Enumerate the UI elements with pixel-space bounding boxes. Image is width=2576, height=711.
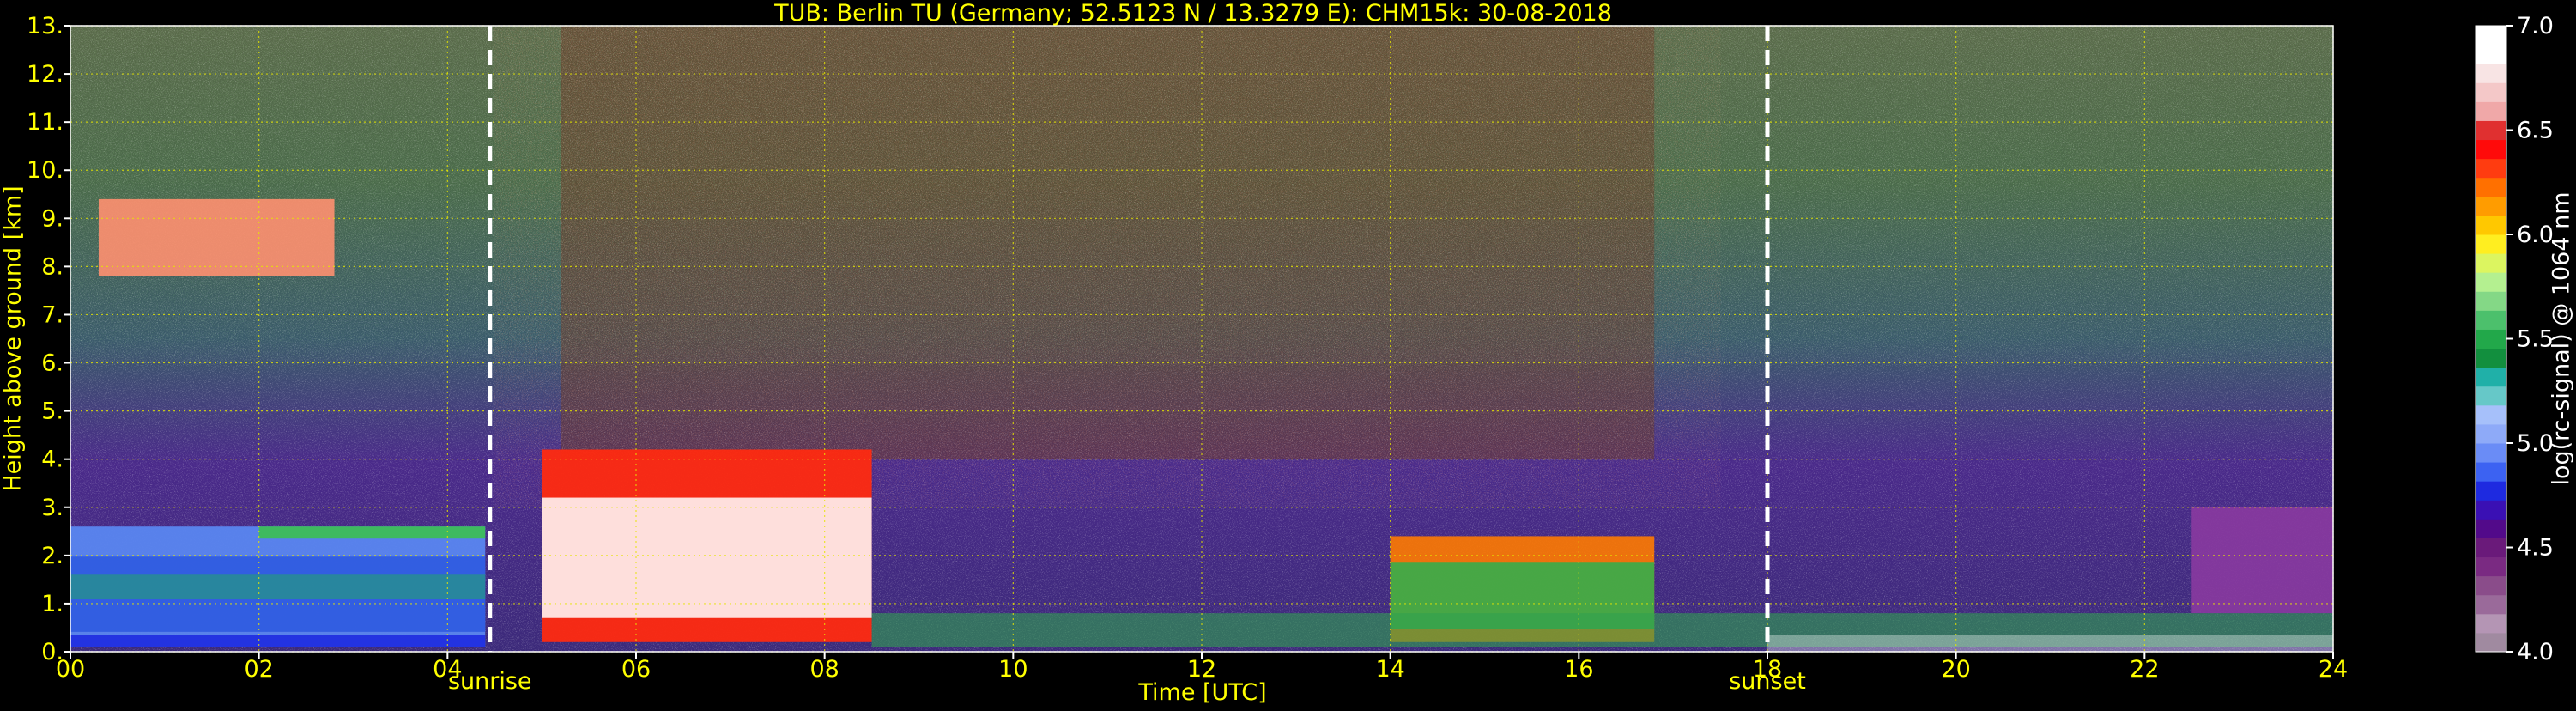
lidar-quicklook-chart: sunrise sunset 00 02 04 06 08 10 12 14 16 18 20 22 24…	[0, 0, 2575, 706]
colorbar-segment	[2476, 45, 2506, 64]
x-tick-label: 02	[244, 656, 273, 683]
colorbar-segment	[2476, 215, 2506, 235]
y-tick-label: 10.	[27, 157, 64, 184]
y-tick-label: 9.	[41, 205, 64, 232]
colorbar-segment	[2476, 158, 2506, 179]
y-tick-label: 0.	[41, 639, 64, 665]
colorbar-segment	[2476, 594, 2506, 615]
x-tick-label: 20	[1941, 656, 1970, 683]
colorbar-segment	[2476, 177, 2506, 198]
colorbar-segment	[2476, 272, 2506, 292]
colorbar-segment	[2476, 500, 2506, 520]
x-axis-label: Time [UTC]	[1137, 679, 1266, 706]
y-tick-label: 7.	[41, 301, 64, 328]
colorbar-segment	[2476, 291, 2506, 311]
colorbar-segment	[2476, 462, 2506, 482]
feature-residual-layer	[2191, 507, 2333, 614]
colorbar-segment	[2476, 120, 2506, 141]
colorbar-segment	[2476, 26, 2506, 46]
colorbar-segment	[2476, 64, 2506, 83]
feature-cirrus	[98, 198, 335, 276]
colorbar-segment	[2476, 348, 2506, 368]
y-tick-label: 11.	[27, 109, 64, 136]
colorbar-segment	[2476, 423, 2506, 444]
colorbar-segment	[2476, 234, 2506, 254]
colorbar: 4.04.55.05.56.06.57.0	[2475, 13, 2554, 665]
x-tick-label: 04	[433, 656, 462, 683]
colorbar-label: log(rc-signal) @ 1064 nm	[2549, 191, 2575, 485]
colorbar-segment	[2476, 196, 2506, 216]
colorbar-tick-label: 4.0	[2517, 639, 2554, 665]
colorbar-segment	[2476, 310, 2506, 330]
chart-title: TUB: Berlin TU (Germany; 52.5123 N / 13.…	[773, 0, 1612, 27]
layer-top-band	[258, 526, 486, 539]
y-tick-label: 5.	[41, 398, 64, 425]
colorbar-segment	[2476, 329, 2506, 349]
y-tick-label: 13.	[27, 13, 64, 40]
colorbar-tick-label: 4.5	[2517, 535, 2554, 562]
colorbar-segment	[2476, 575, 2506, 596]
x-tick-label: 22	[2130, 656, 2159, 683]
y-axis-label: Height above ground [km]	[0, 185, 27, 491]
colorbar-segment	[2476, 82, 2506, 102]
y-tick-label: 2.	[41, 543, 64, 569]
colorbar-segment	[2476, 556, 2506, 577]
colorbar-segment	[2476, 367, 2506, 387]
colorbar-segment	[2476, 139, 2506, 160]
colorbar-segment	[2476, 443, 2506, 463]
y-tick-label: 12.	[27, 61, 64, 88]
y-tick-label: 6.	[41, 350, 64, 377]
colorbar-segment	[2476, 613, 2506, 634]
colorbar-segment	[2476, 538, 2506, 558]
x-tick-label: 14	[1375, 656, 1404, 683]
x-tick-label: 18	[1753, 656, 1782, 683]
colorbar-segment	[2476, 404, 2506, 425]
colorbar-tick-label: 7.0	[2517, 13, 2554, 40]
x-tick-label: 10	[998, 656, 1027, 683]
colorbar-segment	[2476, 632, 2506, 653]
y-tick-label: 3.	[41, 495, 64, 521]
y-tick-label: 4.	[41, 447, 64, 473]
x-tick-label: 08	[809, 656, 839, 683]
surface-layer	[70, 635, 486, 647]
y-tick-label: 8.	[41, 253, 64, 280]
colorbar-tick-label: 6.5	[2517, 118, 2554, 144]
colorbar-segment	[2476, 253, 2506, 273]
colorbar-segment	[2476, 386, 2506, 406]
x-tick-label: 24	[2318, 656, 2348, 683]
chart-container: sunrise sunset 00 02 04 06 08 10 12 14 16 18 20 22 24…	[0, 0, 2576, 708]
x-tick-label: 06	[621, 656, 651, 683]
x-tick-label: 16	[1564, 656, 1593, 683]
colorbar-segment	[2476, 481, 2506, 501]
near-surface-signal	[1767, 635, 2333, 652]
colorbar-segment	[2476, 101, 2506, 121]
y-tick-label: 1.	[41, 591, 64, 617]
noise-speckle-green	[70, 26, 2333, 363]
colorbar-segment	[2476, 519, 2506, 538]
aerosol-sublayer	[70, 574, 486, 599]
feature-convective-clouds	[542, 497, 872, 618]
